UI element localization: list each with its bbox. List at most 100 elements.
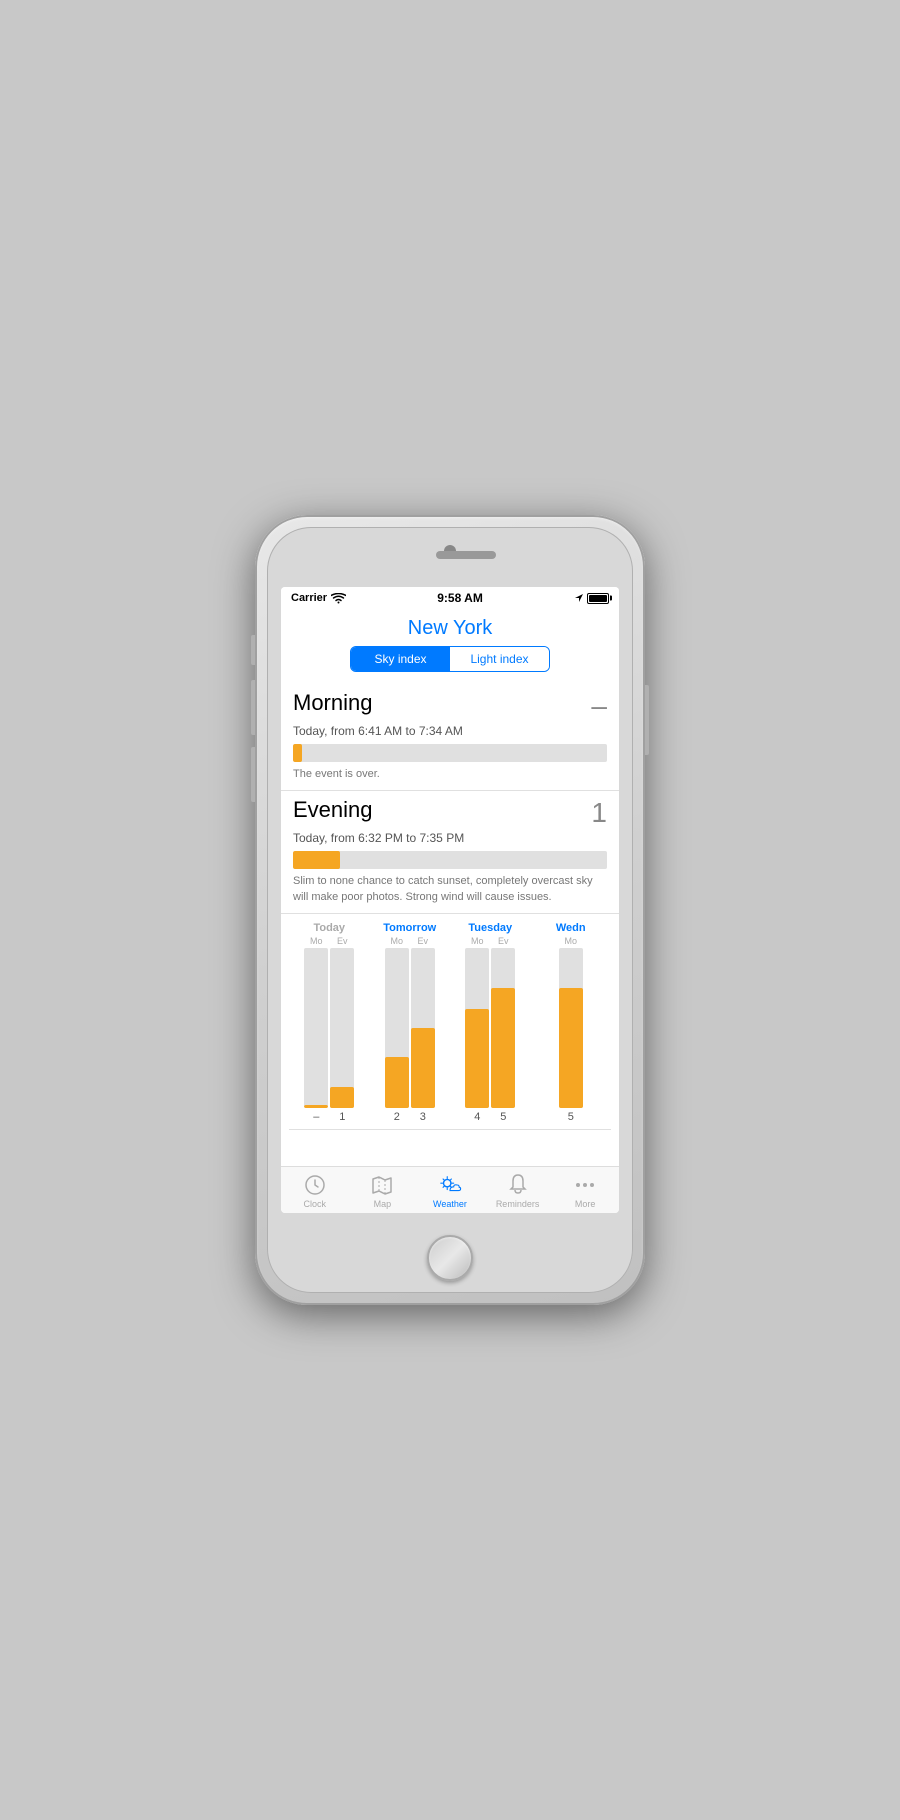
morning-progress-bar — [293, 744, 607, 762]
tuesday-morning-fill — [465, 1009, 489, 1108]
chart-section: Today Mo – Ev — [281, 914, 619, 1130]
clock-label: Clock — [304, 1199, 327, 1209]
morning-description: The event is over. — [293, 767, 607, 782]
wednesday-bars: Mo 5 — [531, 936, 612, 1123]
segment-sky-index[interactable]: Sky index — [351, 647, 450, 671]
tab-clock[interactable]: Clock — [281, 1173, 349, 1209]
tab-map[interactable]: Map — [349, 1173, 417, 1209]
home-button[interactable] — [427, 1235, 473, 1281]
tomorrow-evening-bar: Ev 3 — [411, 936, 435, 1123]
bell-icon — [506, 1173, 530, 1197]
tuesday-evening-value: 5 — [500, 1111, 506, 1123]
tab-reminders[interactable]: Reminders — [484, 1173, 552, 1209]
segment-control[interactable]: Sky index Light index — [350, 646, 550, 672]
tuesday-evening-label: Ev — [498, 936, 509, 946]
evening-progress-bar — [293, 851, 607, 869]
tuesday-evening-bar: Ev 5 — [491, 936, 515, 1123]
volume-down-button[interactable] — [251, 747, 255, 802]
power-button[interactable] — [645, 685, 649, 755]
evening-section: Evening 1 Today, from 6:32 PM to 7:35 PM… — [281, 791, 619, 914]
today-evening-label: Ev — [337, 936, 348, 946]
battery-indicator — [587, 593, 609, 604]
tomorrow-morning-wrapper — [385, 948, 409, 1108]
evening-header: Evening 1 — [293, 791, 607, 831]
speaker — [436, 551, 496, 559]
tab-more[interactable]: More — [551, 1173, 619, 1209]
wednesday-morning-value: 5 — [568, 1111, 574, 1123]
weather-label: Weather — [433, 1199, 467, 1209]
tuesday-evening-wrapper — [491, 948, 515, 1108]
day-tuesday-label: Tuesday — [468, 922, 512, 934]
phone-frame: Carrier 9:58 AM — [255, 515, 645, 1305]
evening-time: Today, from 6:32 PM to 7:35 PM — [293, 831, 607, 845]
morning-header: Morning – — [293, 684, 607, 724]
reminders-label: Reminders — [496, 1199, 540, 1209]
map-label: Map — [374, 1199, 392, 1209]
clock-icon — [303, 1173, 327, 1197]
tomorrow-evening-wrapper — [411, 948, 435, 1108]
wifi-icon — [331, 593, 346, 604]
more-icon — [573, 1173, 597, 1197]
today-evening-fill — [330, 1087, 354, 1108]
status-left: Carrier — [291, 592, 346, 604]
morning-time: Today, from 6:41 AM to 7:34 AM — [293, 724, 607, 738]
day-tuesday: Tuesday Mo 4 Ev — [450, 922, 531, 1123]
today-bars: Mo – Ev — [289, 936, 370, 1123]
status-bar: Carrier 9:58 AM — [281, 587, 619, 609]
tomorrow-morning-value: 2 — [394, 1111, 400, 1123]
today-evening-value: 1 — [339, 1111, 345, 1123]
weather-icon — [438, 1173, 462, 1197]
today-morning-bar: Mo – — [304, 936, 328, 1123]
tab-bar: Clock Map — [281, 1166, 619, 1213]
tomorrow-evening-fill — [411, 1028, 435, 1108]
tomorrow-morning-label: Mo — [390, 936, 403, 946]
tomorrow-evening-value: 3 — [420, 1111, 426, 1123]
evening-title: Evening — [293, 797, 373, 823]
today-evening-wrapper — [330, 948, 354, 1108]
day-wednesday-label: Wedn — [556, 922, 586, 934]
morning-section: Morning – Today, from 6:41 AM to 7:34 AM… — [281, 684, 619, 791]
day-today: Today Mo – Ev — [289, 922, 370, 1123]
tuesday-evening-fill — [491, 988, 515, 1108]
wednesday-morning-bar: Mo 5 — [559, 936, 583, 1123]
phone-inner: Carrier 9:58 AM — [267, 527, 633, 1293]
tuesday-bars: Mo 4 Ev — [450, 936, 531, 1123]
wednesday-morning-fill — [559, 988, 583, 1108]
map-icon — [370, 1173, 394, 1197]
tomorrow-morning-bar: Mo 2 — [385, 936, 409, 1123]
today-morning-fill — [304, 1105, 328, 1108]
day-tomorrow: Tomorrow Mo 2 Ev — [370, 922, 451, 1123]
tuesday-morning-wrapper — [465, 948, 489, 1108]
morning-score: – — [591, 690, 607, 722]
evening-description: Slim to none chance to catch sunset, com… — [293, 874, 607, 905]
today-morning-value: – — [313, 1111, 319, 1123]
tuesday-morning-value: 4 — [474, 1111, 480, 1123]
tomorrow-morning-fill — [385, 1057, 409, 1108]
chart-days: Today Mo – Ev — [289, 922, 611, 1123]
segment-light-index[interactable]: Light index — [450, 647, 549, 671]
evening-progress-fill — [293, 851, 340, 869]
day-today-label: Today — [313, 922, 345, 934]
evening-score: 1 — [591, 797, 607, 829]
morning-title: Morning — [293, 690, 372, 716]
volume-up-button[interactable] — [251, 680, 255, 735]
day-wednesday: Wedn Mo 5 — [531, 922, 612, 1123]
tomorrow-evening-label: Ev — [417, 936, 428, 946]
screen: Carrier 9:58 AM — [281, 587, 619, 1213]
tuesday-morning-label: Mo — [471, 936, 484, 946]
tomorrow-bars: Mo 2 Ev — [370, 936, 451, 1123]
carrier-label: Carrier — [291, 592, 327, 604]
chart-divider — [289, 1129, 611, 1130]
location-icon — [574, 593, 584, 603]
today-evening-bar: Ev 1 — [330, 936, 354, 1123]
app-content[interactable]: New York Sky index Light index Morning –… — [281, 609, 619, 1166]
tab-weather[interactable]: Weather — [416, 1173, 484, 1209]
battery-fill — [589, 595, 607, 602]
status-time: 9:58 AM — [437, 591, 483, 605]
today-morning-label: Mo — [310, 936, 323, 946]
mute-button[interactable] — [251, 635, 255, 665]
morning-progress-fill — [293, 744, 302, 762]
tuesday-morning-bar: Mo 4 — [465, 936, 489, 1123]
day-tomorrow-label: Tomorrow — [383, 922, 436, 934]
today-morning-wrapper — [304, 948, 328, 1108]
